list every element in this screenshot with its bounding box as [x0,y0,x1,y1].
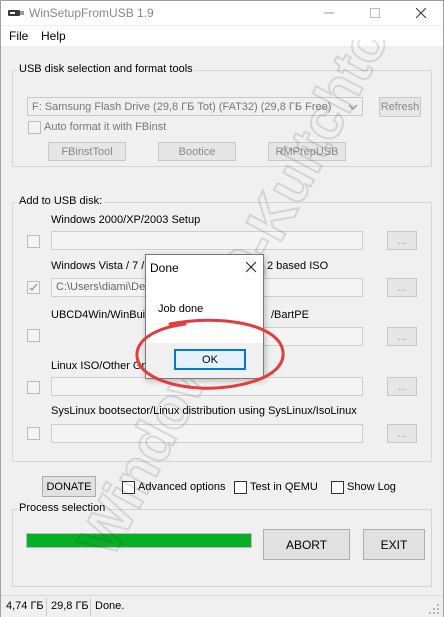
browse-button-syslinux[interactable]: ... [387,424,417,443]
section-label-syslinux: SysLinux bootsector/Linux distribution u… [51,405,357,417]
status-divider [46,598,47,616]
section-label-vista: Windows Vista / 7 / [51,260,145,272]
section-label-vista-tail: 2 based ISO [267,260,329,272]
auto-format-checkbox[interactable] [28,121,41,134]
section-label-win2000: Windows 2000/XP/2003 Setup [51,214,201,226]
dialog-body: Job done [146,281,263,343]
path-field-ubcd[interactable] [263,327,363,346]
progress-fill [27,534,251,547]
path-field-linux[interactable] [51,377,363,396]
done-dialog: Done Job done OK [145,254,264,379]
usb-disk-combo[interactable]: F: Samsung Flash Drive (29,8 ГБ Tot) (FA… [27,97,363,116]
section-label-ubcd: UBCD4Win/WinBuild [51,309,154,321]
dialog-title-bar: Done [146,255,263,281]
close-icon [416,8,426,18]
browse-button-linux[interactable]: ... [387,377,417,396]
auto-format-label: Auto format it with FBinst [44,121,167,133]
path-field-win2000[interactable] [51,231,363,250]
title-bar: WinSetupFromUSB 1.9 [1,1,443,25]
resize-grip-icon[interactable] [428,603,440,615]
browse-button-ubcd[interactable]: ... [387,327,417,346]
status-bar: 4,74 ГБ 29,8 ГБ Done. [1,595,443,617]
chevron-down-icon [348,104,358,110]
close-icon[interactable] [245,261,257,273]
usb-drive-icon [8,10,24,16]
advanced-options-label: Advanced options [138,481,226,493]
abort-button[interactable]: ABORT [263,529,350,560]
menu-file[interactable]: File [9,29,28,43]
exit-button[interactable]: EXIT [363,529,425,560]
dialog-message: Job done [158,303,204,315]
window-title: WinSetupFromUSB 1.9 [29,6,154,20]
usb-group-title: USB disk selection and format tools [17,63,195,75]
checkbox-syslinux[interactable] [27,427,40,440]
close-button[interactable] [401,1,441,25]
test-qemu-label: Test in QEMU [250,481,318,493]
checkbox-linux[interactable] [27,381,40,394]
path-field-syslinux[interactable] [51,424,363,443]
show-log-checkbox[interactable] [331,481,344,494]
progress-bar [26,533,252,548]
section-label-ubcd-tail: /BartPE [271,309,309,321]
maximize-icon [370,8,380,18]
add-group-title: Add to USB disk: [17,195,105,207]
checkmark-icon [29,283,38,291]
status-free-size: 29,8 ГБ [51,600,89,612]
path-field-vista-tail [263,278,363,297]
browse-button-win2000[interactable]: ... [387,231,417,250]
bootice-button[interactable]: Bootice [158,142,236,161]
minimize-button[interactable] [309,1,349,25]
process-group-title: Process selection [17,502,108,514]
show-log-label: Show Log [347,481,396,493]
rmprepusb-button[interactable]: RMPrepUSB [268,142,346,161]
status-message: Done. [95,600,125,612]
checkbox-ubcd[interactable] [27,329,40,342]
checkbox-vista[interactable] [27,281,40,294]
donate-button[interactable]: DONATE [42,476,96,497]
status-total-size: 4,74 ГБ [6,600,44,612]
section-label-linux: Linux ISO/Other Gr [51,360,146,372]
maximize-button[interactable] [355,1,395,25]
refresh-button[interactable]: Refresh [379,97,421,117]
advanced-options-checkbox[interactable] [122,481,135,494]
browse-button-vista[interactable]: ... [387,278,417,297]
status-divider [90,598,91,616]
fbinsttool-button[interactable]: FBinstTool [48,142,126,161]
ok-button[interactable]: OK [174,349,246,370]
path-field-vista[interactable]: C:\Users\diami\Des [51,278,147,297]
dialog-title: Done [150,261,179,275]
test-qemu-checkbox[interactable] [234,481,247,494]
menu-help[interactable]: Help [41,29,66,43]
checkbox-win2000[interactable] [27,235,40,248]
usb-disk-combo-value: F: Samsung Flash Drive (29,8 ГБ Tot) (FA… [32,101,332,113]
menu-bar: File Help [1,26,443,46]
minimize-icon [324,12,334,14]
